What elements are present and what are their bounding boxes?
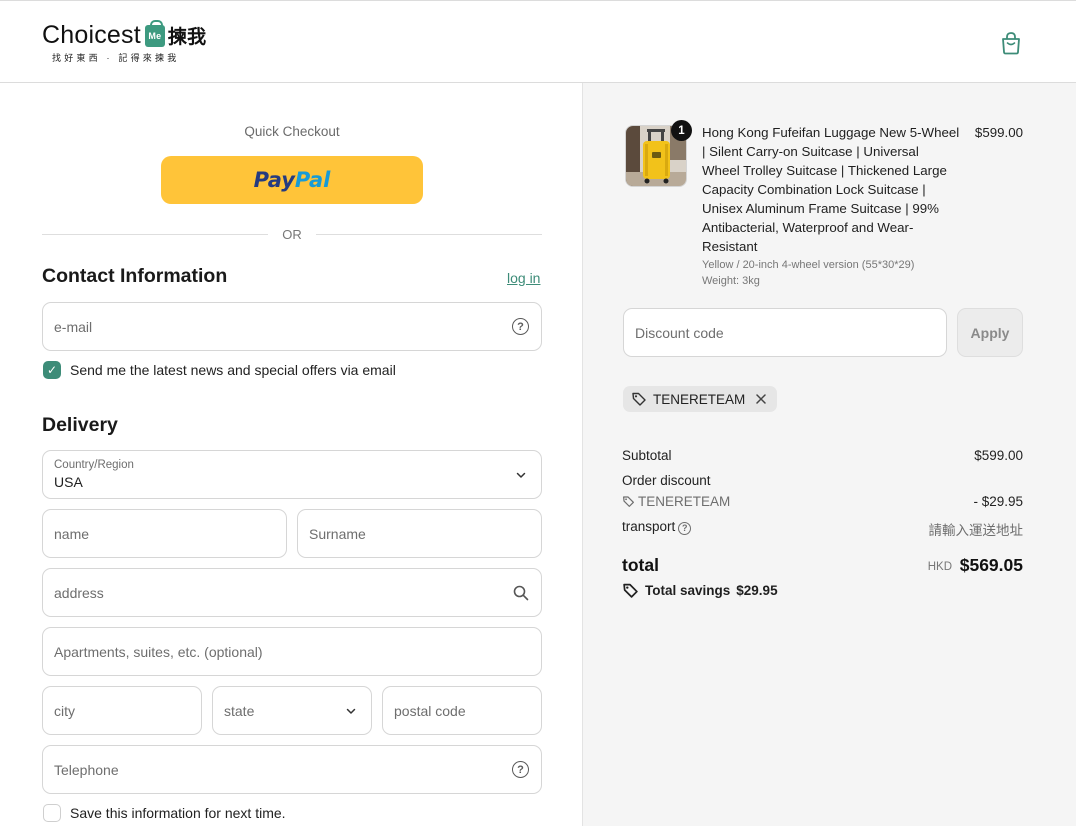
country-select[interactable]: Country/Region USA [42, 450, 542, 499]
tag-icon [632, 392, 646, 406]
country-label: Country/Region [54, 459, 134, 471]
order-discount-row: Order discount [622, 473, 1023, 488]
apartment-input[interactable] [43, 628, 541, 675]
transport-row: transport? 請輸入運送地址 [622, 519, 1023, 538]
state-select[interactable]: state [212, 686, 372, 735]
paypal-logo-pal: Pal [294, 168, 331, 192]
subtotal-label: Subtotal [622, 448, 672, 463]
state-placeholder: state [224, 703, 255, 719]
subtotal-value: $599.00 [974, 448, 1023, 463]
logo-tagline: 找好東西 · 記得來揀我 [52, 53, 180, 63]
quick-checkout-label: Quick Checkout [244, 124, 340, 139]
postal-code-field [382, 686, 542, 735]
divider-line [42, 233, 269, 235]
or-text: OR [282, 226, 302, 242]
product-weight: Weight: 3kg [702, 275, 760, 287]
discount-code-label: TENERETEAM [622, 494, 730, 509]
country-value: USA [54, 474, 83, 490]
savings-value: $29.95 [736, 583, 778, 598]
shopping-bag-icon[interactable] [1000, 31, 1022, 55]
telephone-field: ? [42, 745, 542, 794]
logo-chinese: 揀我 [167, 27, 207, 48]
first-name-input[interactable] [43, 510, 286, 557]
total-value: $569.05 [959, 555, 1023, 575]
delivery-heading: Delivery [42, 414, 118, 436]
discount-value: - $29.95 [973, 494, 1023, 509]
total-label: total [622, 555, 659, 575]
or-divider: OR [42, 225, 542, 243]
paypal-logo-pay: Pay [253, 168, 295, 192]
newsletter-label: Send me the latest news and special offe… [70, 362, 396, 378]
newsletter-option[interactable]: ✓ Send me the latest news and special of… [43, 361, 396, 379]
email-input[interactable] [43, 303, 541, 350]
chevron-down-icon [346, 708, 356, 714]
product-price: $599.00 [974, 125, 1023, 140]
save-info-checkbox[interactable] [43, 804, 61, 822]
search-icon[interactable] [512, 584, 530, 602]
close-icon[interactable] [755, 393, 767, 405]
address-field [42, 568, 542, 617]
quantity-badge: 1 [671, 120, 692, 141]
logo-badge-text: Me [148, 30, 162, 41]
transport-value: 請輸入運送地址 [928, 523, 1024, 538]
tag-icon [623, 583, 638, 598]
transport-label: transport [622, 519, 676, 534]
divider-line [315, 233, 542, 235]
postal-code-input[interactable] [383, 687, 541, 734]
brand-logo[interactable]: Choicest Me 揀我 找好東西 · 記得來揀我 [42, 19, 207, 64]
product-variant: Yellow / 20-inch 4-wheel version (55*30*… [702, 257, 914, 289]
order-discount-label: Order discount [622, 473, 711, 488]
save-info-label: Save this information for next time. [70, 805, 286, 821]
help-icon[interactable]: ? [512, 318, 529, 335]
contact-heading: Contact Information [42, 265, 228, 287]
discount-code-name: TENERETEAM [638, 494, 731, 509]
surname-field [297, 509, 542, 558]
login-link[interactable]: log in [507, 270, 540, 286]
help-icon[interactable]: ? [512, 761, 529, 778]
address-input[interactable] [43, 569, 541, 616]
discount-code-field [623, 308, 947, 357]
telephone-input[interactable] [43, 746, 541, 793]
product-title: Hong Kong Fufeifan Luggage New 5-Wheel |… [702, 125, 960, 254]
paypal-button[interactable]: Pay Pal [161, 156, 423, 204]
surname-input[interactable] [298, 510, 541, 557]
apply-discount-button[interactable]: Apply [957, 308, 1023, 357]
help-icon[interactable]: ? [678, 521, 692, 535]
apartment-field [42, 627, 542, 676]
applied-discount-chip: TENERETEAM [623, 386, 778, 412]
newsletter-checkbox[interactable]: ✓ [43, 361, 61, 379]
total-currency: HKD [927, 561, 952, 573]
city-field [42, 686, 202, 735]
savings-label: Total savings [645, 583, 731, 598]
first-name-field [42, 509, 287, 558]
subtotal-row: Subtotal $599.00 [622, 448, 1023, 463]
product-variant-text: Yellow / 20-inch 4-wheel version (55*30*… [702, 259, 915, 271]
applied-discount-code: TENERETEAM [653, 391, 746, 407]
save-info-option[interactable]: Save this information for next time. [43, 804, 286, 822]
discount-code-input[interactable] [624, 309, 946, 356]
logo-text: Choicest [42, 21, 141, 49]
total-savings: Total savings $29.95 [622, 582, 778, 599]
discount-code-row: TENERETEAM - $29.95 [622, 494, 1023, 509]
site-header: Choicest Me 揀我 找好東西 · 記得來揀我 [0, 0, 1076, 83]
chevron-down-icon [516, 472, 526, 478]
city-input[interactable] [43, 687, 201, 734]
email-field: ? [42, 302, 542, 351]
logo-bag-icon: Me [144, 19, 165, 47]
logo-wordmark: Choicest Me 揀我 [42, 19, 207, 50]
tag-icon [623, 496, 634, 507]
